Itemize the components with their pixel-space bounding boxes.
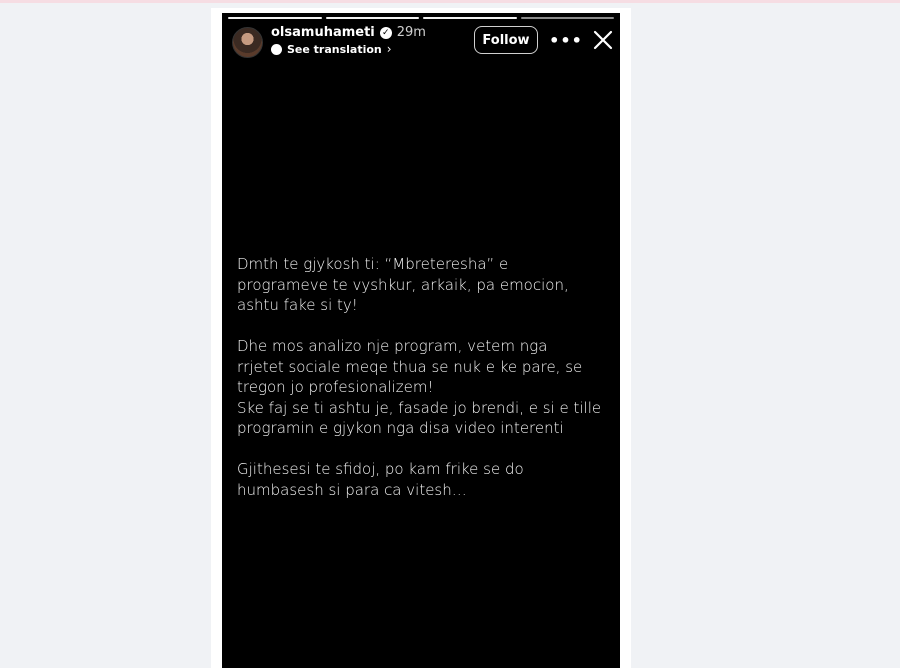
follow-button[interactable]: Follow <box>474 26 538 54</box>
story-header-user[interactable]: olsamuhameti ✓ 29m <box>271 25 426 40</box>
story-paragraph-2: Dhe mos analizo nje program, vetem nga r… <box>237 337 602 437</box>
progress-segment <box>423 17 517 19</box>
story-paragraph-3: Gjithesesi te sfidoj, po kam frike se do… <box>237 460 524 499</box>
story-viewer[interactable]: olsamuhameti ✓ 29m See translation › Fol… <box>222 13 620 668</box>
translate-icon <box>271 43 282 55</box>
verified-badge-icon: ✓ <box>379 26 392 39</box>
progress-segment <box>520 17 614 19</box>
see-translation-link[interactable]: See translation › <box>271 42 392 56</box>
story-text: Dmth te gjykosh ti: “Mbreteresha” e prog… <box>237 254 612 521</box>
see-translation-label: See translation <box>287 42 382 56</box>
post-time: 29m <box>396 25 426 40</box>
username[interactable]: olsamuhameti <box>271 25 375 40</box>
more-options-icon[interactable]: ••• <box>549 31 582 50</box>
story-progress-bar <box>228 17 614 20</box>
close-icon[interactable] <box>593 30 613 50</box>
chevron-right-icon: › <box>386 42 392 56</box>
progress-segment <box>325 17 419 19</box>
avatar[interactable] <box>232 27 263 58</box>
story-paragraph-1: Dmth te gjykosh ti: “Mbreteresha” e prog… <box>237 255 569 314</box>
progress-segment <box>228 17 322 19</box>
top-accent-line <box>0 0 900 3</box>
